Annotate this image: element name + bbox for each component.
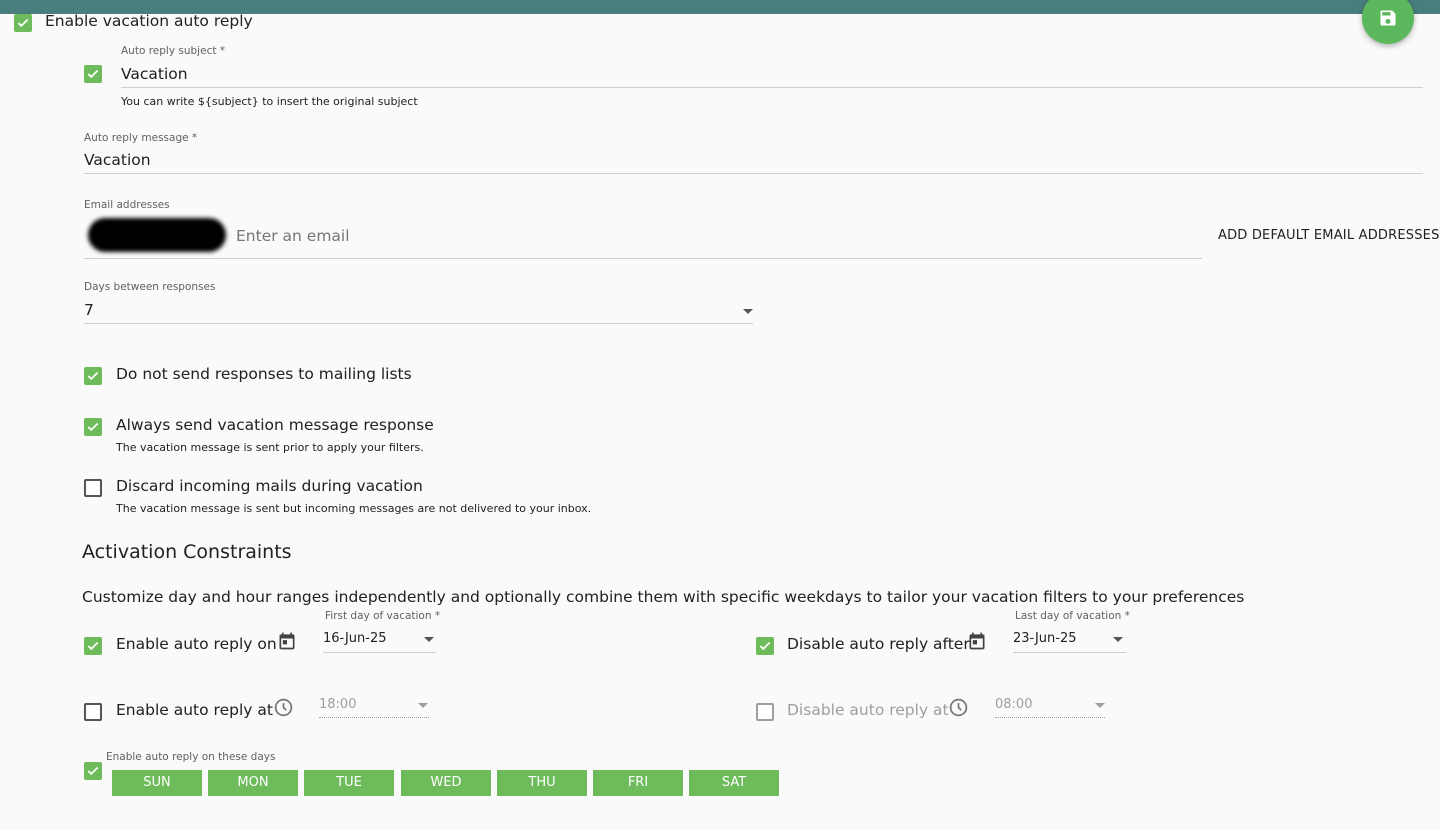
message-input[interactable]: Vacation bbox=[84, 151, 151, 169]
last-day-label: Last day of vacation * bbox=[1015, 610, 1130, 622]
disable-after-checkbox[interactable] bbox=[756, 637, 774, 655]
clock-icon[interactable] bbox=[273, 697, 294, 718]
no-mailing-lists-checkbox[interactable] bbox=[84, 367, 102, 385]
email-input[interactable] bbox=[236, 224, 1136, 248]
check-icon bbox=[87, 69, 99, 79]
day-button-sat[interactable]: SAT bbox=[689, 770, 779, 796]
chevron-down-icon[interactable] bbox=[418, 703, 428, 708]
activation-constraints-title: Activation Constraints bbox=[82, 541, 292, 563]
activation-constraints-description: Customize day and hour ranges independen… bbox=[82, 588, 1245, 606]
chevron-down-icon[interactable] bbox=[1113, 637, 1123, 642]
save-button[interactable] bbox=[1362, 0, 1414, 44]
email-chip-redacted[interactable] bbox=[88, 218, 226, 252]
last-day-underline bbox=[1013, 652, 1126, 653]
enable-vacation-checkbox[interactable] bbox=[14, 14, 32, 32]
enable-at-underline bbox=[319, 717, 429, 718]
subject-underline bbox=[121, 87, 1423, 88]
disable-at-checkbox[interactable] bbox=[756, 703, 774, 721]
discard-hint: The vacation message is sent but incomin… bbox=[116, 502, 592, 515]
always-send-hint: The vacation message is sent prior to ap… bbox=[116, 441, 424, 454]
always-send-label: Always send vacation message response bbox=[116, 416, 434, 434]
day-button-mon[interactable]: MON bbox=[208, 770, 298, 796]
discard-checkbox[interactable] bbox=[84, 479, 102, 497]
first-day-label: First day of vacation * bbox=[325, 610, 441, 622]
calendar-icon[interactable] bbox=[967, 631, 987, 651]
clock-icon[interactable] bbox=[948, 697, 969, 718]
day-button-thu[interactable]: THU bbox=[497, 770, 587, 796]
emails-field-label: Email addresses bbox=[84, 199, 170, 211]
subject-input[interactable]: Vacation bbox=[121, 65, 188, 83]
chevron-down-icon[interactable] bbox=[1095, 703, 1105, 708]
subject-hint: You can write ${subject} to insert the o… bbox=[121, 95, 418, 108]
subject-field-label: Auto reply subject * bbox=[121, 45, 226, 57]
no-mailing-lists-label: Do not send responses to mailing lists bbox=[116, 365, 412, 383]
enable-days-checkbox[interactable] bbox=[84, 762, 102, 780]
chevron-down-icon[interactable] bbox=[743, 309, 753, 314]
enable-at-checkbox[interactable] bbox=[84, 703, 102, 721]
message-field-label: Auto reply message * bbox=[84, 132, 198, 144]
enable-on-checkbox[interactable] bbox=[84, 637, 102, 655]
check-icon bbox=[87, 422, 99, 432]
days-between-label: Days between responses bbox=[84, 281, 216, 293]
check-icon bbox=[87, 641, 99, 651]
first-day-underline bbox=[323, 652, 436, 653]
add-default-emails-button[interactable]: ADD DEFAULT EMAIL ADDRESSES bbox=[1218, 228, 1440, 243]
enable-at-time[interactable]: 18:00 bbox=[319, 697, 356, 712]
check-icon bbox=[759, 641, 771, 651]
disable-at-time[interactable]: 08:00 bbox=[995, 697, 1032, 712]
disable-at-underline bbox=[995, 717, 1105, 718]
enable-vacation-label: Enable vacation auto reply bbox=[45, 12, 253, 30]
enable-at-label: Enable auto reply at bbox=[116, 701, 273, 719]
check-icon bbox=[87, 371, 99, 381]
check-icon bbox=[17, 18, 29, 28]
discard-label: Discard incoming mails during vacation bbox=[116, 477, 423, 495]
first-day-select[interactable]: 16-Jun-25 bbox=[323, 631, 387, 646]
day-button-tue[interactable]: TUE bbox=[304, 770, 394, 796]
chevron-down-icon[interactable] bbox=[424, 637, 434, 642]
check-icon bbox=[87, 766, 99, 776]
disable-at-label: Disable auto reply at bbox=[787, 701, 949, 719]
day-button-wed[interactable]: WED bbox=[401, 770, 491, 796]
days-between-select[interactable]: 7 bbox=[84, 301, 94, 319]
always-send-checkbox[interactable] bbox=[84, 418, 102, 436]
save-icon bbox=[1380, 10, 1396, 26]
message-underline bbox=[84, 173, 1423, 174]
day-button-fri[interactable]: FRI bbox=[593, 770, 683, 796]
day-button-sun[interactable]: SUN bbox=[112, 770, 202, 796]
enable-on-label: Enable auto reply on bbox=[116, 635, 277, 653]
days-between-underline bbox=[84, 323, 753, 324]
calendar-icon[interactable] bbox=[277, 631, 297, 651]
last-day-select[interactable]: 23-Jun-25 bbox=[1013, 631, 1077, 646]
enable-days-label: Enable auto reply on these days bbox=[106, 751, 276, 763]
emails-underline bbox=[84, 258, 1202, 259]
subject-checkbox[interactable] bbox=[84, 65, 102, 83]
disable-after-label: Disable auto reply after bbox=[787, 635, 970, 653]
